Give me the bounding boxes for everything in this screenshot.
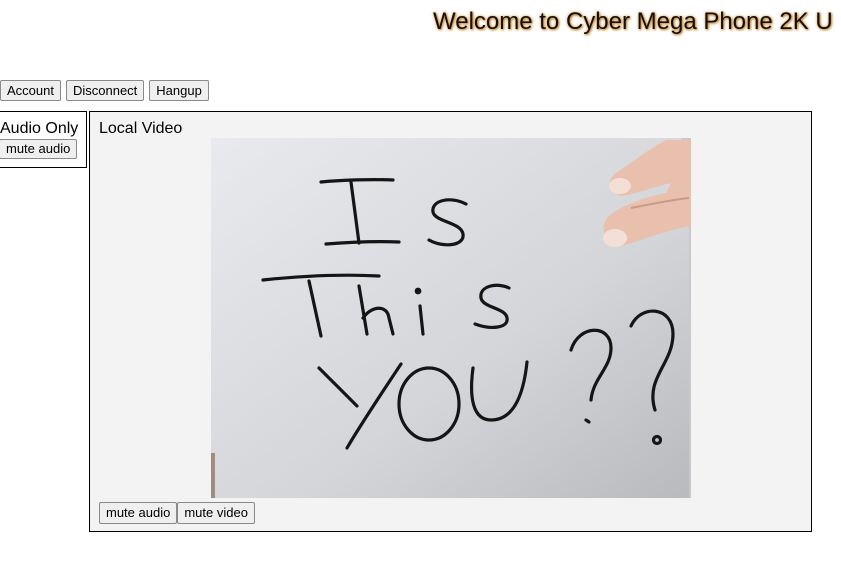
account-button[interactable]: Account <box>0 80 61 101</box>
video-mute-audio-button[interactable]: mute audio <box>99 502 178 524</box>
local-video-stream <box>211 138 691 498</box>
toolbar: Account Disconnect Hangup <box>0 80 209 101</box>
local-video-label: Local Video <box>99 120 183 137</box>
local-video-panel: Local Video mute audio mute video <box>89 111 812 532</box>
video-controls: mute audio mute video <box>99 502 255 524</box>
audio-only-label: Audio Only <box>0 120 79 137</box>
audio-panel-mute-audio-button[interactable]: mute audio <box>0 139 78 159</box>
page-title: Welcome to Cyber Mega Phone 2K U <box>433 8 833 35</box>
video-frame-image <box>211 138 691 498</box>
hangup-button[interactable]: Hangup <box>149 80 209 101</box>
disconnect-button[interactable]: Disconnect <box>65 80 145 101</box>
phone-app-page: Welcome to Cyber Mega Phone 2K U Account… <box>0 0 841 583</box>
mute-video-button[interactable]: mute video <box>177 502 255 524</box>
audio-only-panel: Audio Only mute audio <box>0 111 87 168</box>
